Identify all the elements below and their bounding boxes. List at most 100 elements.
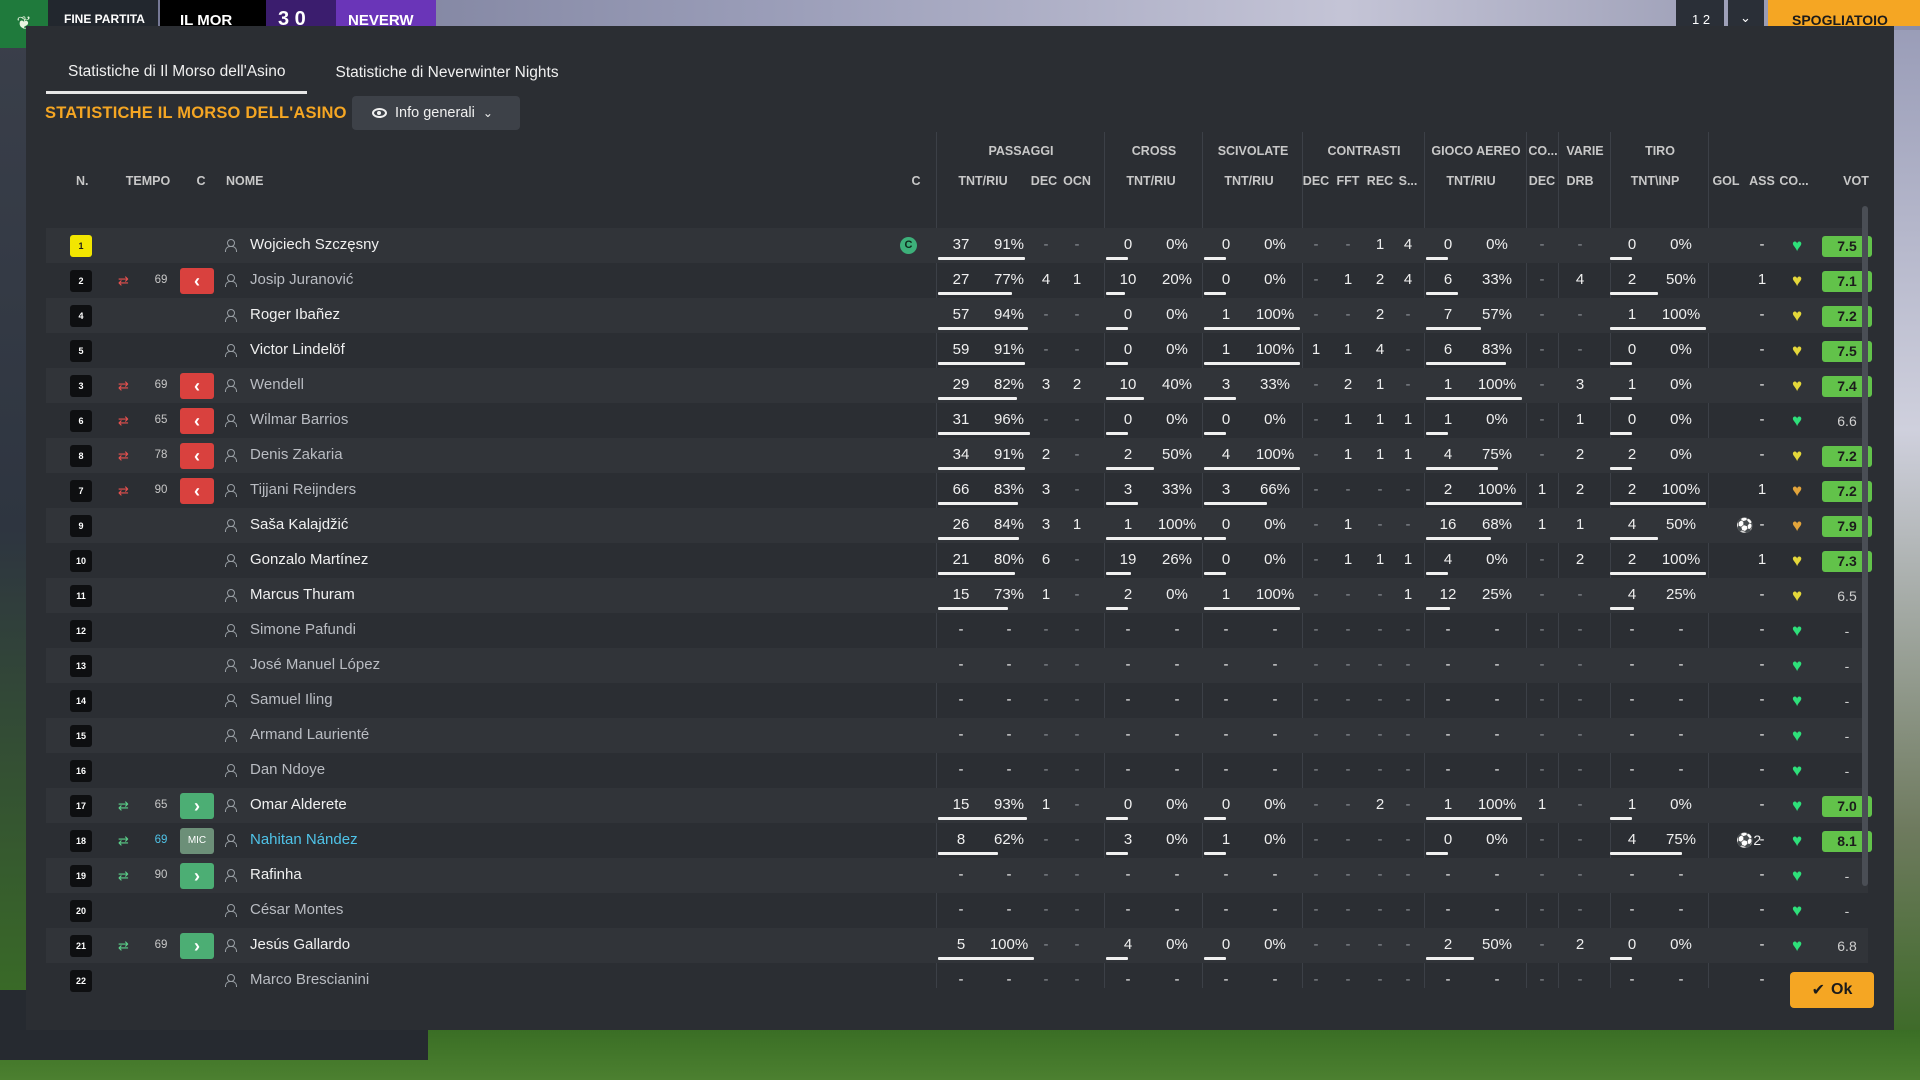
stat-codec: 1 (1537, 481, 1547, 498)
column-header-capt[interactable]: C (908, 174, 924, 188)
column-header-pass-tr[interactable]: TNT/RIU (940, 174, 1026, 188)
player-name[interactable]: César Montes (250, 893, 850, 928)
table-row[interactable]: 3 ⇄ 69 ‹ Wendell 29 82% 3 2 10 40% 3 33% -2 1-1 100% -3 1… (46, 368, 1872, 403)
table-row[interactable]: 14 Samuel Iling - - - - - - - - - - - - - - - - - - - ♥ - (46, 683, 1868, 718)
player-name[interactable]: Wilmar Barrios (250, 403, 850, 438)
player-name[interactable]: Wojciech Szczęsny (250, 228, 850, 263)
stat-st: - (1629, 656, 1635, 673)
stat-pt: - (958, 971, 964, 988)
player-name[interactable]: Marco Brescianini (250, 963, 850, 998)
table-row[interactable]: 6 ⇄ 65 ‹ Wilmar Barrios 31 96% - -0 0% 0 0% -1 1 1 1 0% -… (46, 403, 1868, 438)
table-row[interactable]: 22Marco Brescianini-------------------♥- (46, 963, 1868, 998)
table-row[interactable]: 21 ⇄ 69 › Jesús Gallardo 5 100% - -4 0% 0 0% - - - -2 50… (46, 928, 1868, 963)
stat-drb: 2 (1575, 481, 1585, 498)
table-row[interactable]: 16 Dan Ndoye - - - - - - - - - - - - - - - - - - - ♥ - (46, 753, 1868, 788)
player-name[interactable]: Simone Pafundi (250, 613, 850, 648)
stat-ct: - (1125, 866, 1131, 883)
table-row[interactable]: 10 Gonzalo Martínez 21 80% 6-19 26% 0 0% -1 1 1 4 0%… (46, 543, 1872, 578)
player-name[interactable]: Wendell (250, 368, 850, 403)
table-row[interactable]: 17 ⇄ 65 › Omar Alderete 15 93% 1-0 0% 0 0% - -2-1 100… (46, 788, 1872, 823)
column-header-ass[interactable]: ASS (1748, 174, 1776, 188)
stat-ar: - (1494, 866, 1500, 883)
stat-tr: 0% (1264, 831, 1286, 848)
player-name[interactable]: Roger Ibañez (250, 298, 850, 333)
column-header-nome[interactable]: NOME (226, 174, 286, 188)
stat-cfft: - (1345, 306, 1351, 323)
column-header-shot-tr[interactable]: TNT\INP (1612, 174, 1698, 188)
heart-icon: ♥ (1792, 586, 1803, 605)
table-row[interactable]: 15 Armand Laurienté - - - - - - - - - - - - - - - - - - - ♥ - (46, 718, 1868, 753)
player-name[interactable]: Armand Laurienté (250, 718, 850, 753)
percentage-bar (1204, 467, 1300, 470)
stat-cr: 0% (1166, 831, 1188, 848)
arrows-out-icon: ⇄ (118, 273, 129, 288)
tab-home-stats[interactable]: Statistiche di Il Morso dell'Asino (46, 52, 308, 94)
player-name[interactable]: Jesús Gallardo (250, 928, 850, 963)
player-name[interactable]: Josip Juranović (250, 263, 850, 298)
table-scrollbar[interactable] (1862, 206, 1868, 886)
column-header-air-tr[interactable]: TNT/RIU (1428, 174, 1514, 188)
chevron-left-icon: ‹ (180, 408, 214, 434)
table-row[interactable]: 2 ⇄ 69 ‹ Josip Juranović 27 77% 4 1 10 20% 0 0% -1 2 4 6… (46, 263, 1872, 298)
player-name[interactable]: Gonzalo Martínez (250, 543, 850, 578)
player-name[interactable]: Nahitan Nández (250, 823, 850, 858)
tab-away-stats[interactable]: Statistiche di Neverwinter Nights (313, 52, 580, 94)
player-name[interactable]: Omar Alderete (250, 788, 850, 823)
player-name[interactable]: Tijjani Reijnders (250, 473, 850, 508)
topbar-expand-button[interactable]: ⌄ (1728, 0, 1764, 26)
column-header-con-s[interactable]: S... (1396, 174, 1420, 188)
table-row[interactable]: 20 César Montes - - - - - - - - - - - - - - - - - - - ♥ - (46, 893, 1868, 928)
column-header-tempo[interactable]: TEMPO (122, 174, 174, 188)
player-name[interactable]: Marcus Thuram (250, 578, 850, 613)
column-group-header: PASSAGGI (988, 144, 1054, 158)
stat-drb: - (1577, 866, 1583, 883)
table-row[interactable]: 13 José Manuel López - - - - - - - - - - - - - - - - - - - ♥ - (46, 648, 1868, 683)
column-header-con-rec[interactable]: REC (1366, 174, 1394, 188)
stat-crec: - (1377, 971, 1383, 988)
column-header-cross-tr[interactable]: TNT/RIU (1108, 174, 1194, 188)
column-header-co[interactable]: CO... (1778, 174, 1810, 188)
table-row[interactable]: 1 Wojciech Szczęsny C 37 91% - -0 0% 0 0% - -1 4 0 0% -… (46, 228, 1872, 263)
stat-cr: 0% (1166, 796, 1188, 813)
table-row[interactable]: 12 Simone Pafundi - - - - - - - - - - - - - - - - - - - ♥ - (46, 613, 1868, 648)
column-header-vot[interactable]: VOT (1832, 174, 1880, 188)
player-name[interactable]: Victor Lindelöf (250, 333, 850, 368)
column-header-con-dec[interactable]: DEC (1302, 174, 1330, 188)
view-dropdown[interactable]: Info generali ⌄ (352, 96, 520, 130)
stat-pr: - (1006, 621, 1012, 638)
column-header-gol[interactable]: GOL (1710, 174, 1742, 188)
ok-button[interactable]: ✔ Ok (1790, 972, 1874, 1008)
player-name[interactable]: Denis Zakaria (250, 438, 850, 473)
table-row[interactable]: 4 Roger Ibañez 57 94% - -0 0% 1 100% - -2-7 57% - -1 1… (46, 298, 1872, 333)
table-row[interactable]: 7 ⇄ 90 ‹ Tijjani Reijnders 66 83% 3-3 33% 3 66% - - -… (46, 473, 1872, 508)
table-row[interactable]: 8 ⇄ 78 ‹ Denis Zakaria 34 91% 2-2 50% 4 100% -1 1 1 4 7… (46, 438, 1872, 473)
column-header-var-drb[interactable]: DRB (1564, 174, 1596, 188)
column-header-con-fft[interactable]: FFT (1334, 174, 1362, 188)
heart-icon: ♥ (1792, 621, 1803, 640)
table-row[interactable]: 5 Victor Lindelöf 59 91% - -0 0% 1 100% 1 1 4-6 83% -… (46, 333, 1872, 368)
stat-drb: - (1577, 761, 1583, 778)
column-header-c[interactable]: C (194, 174, 208, 188)
column-header-tack-tr[interactable]: TNT/RIU (1206, 174, 1292, 188)
table-row[interactable]: 11 Marcus Thuram 15 73% 1-2 0% 1 100% - - -1 12 25% -… (46, 578, 1868, 613)
stat-cs: - (1405, 516, 1411, 533)
table-row[interactable]: 19 ⇄ 90 › Rafinha - - - - - - - - - - - - - - - - - - - ♥ - (46, 858, 1868, 893)
column-header-num[interactable]: N. (76, 174, 100, 188)
table-row[interactable]: 9 Saša Kalajdžić 26 84% 3 1 1 100% 0 0% -1- -16 68% 1… (46, 508, 1872, 543)
player-name[interactable]: Samuel Iling (250, 683, 850, 718)
column-header-co-dec[interactable]: DEC (1528, 174, 1556, 188)
stat-codec: - (1539, 761, 1545, 778)
column-header-pass-dec[interactable]: DEC (1030, 174, 1058, 188)
player-name[interactable]: José Manuel López (250, 648, 850, 683)
heart-icon: ♥ (1792, 901, 1803, 920)
topbar-counter[interactable]: 1 2 (1676, 0, 1724, 26)
column-header-pass-ocn[interactable]: OCN (1062, 174, 1092, 188)
player-name[interactable]: Saša Kalajdžić (250, 508, 850, 543)
dressing-room-button[interactable]: SPOGLIATOIO (1768, 0, 1920, 26)
percentage-bar (938, 362, 1026, 365)
stat-cr: 0% (1166, 586, 1188, 603)
stat-pocn: 2 (1072, 376, 1082, 393)
player-name[interactable]: Dan Ndoye (250, 753, 850, 788)
table-row[interactable]: 18 ⇄ 69 MIC Nahitan Nández 8 62% - -3 0% 1 0% - - - -0 0… (46, 823, 1872, 858)
player-name[interactable]: Rafinha (250, 858, 850, 893)
